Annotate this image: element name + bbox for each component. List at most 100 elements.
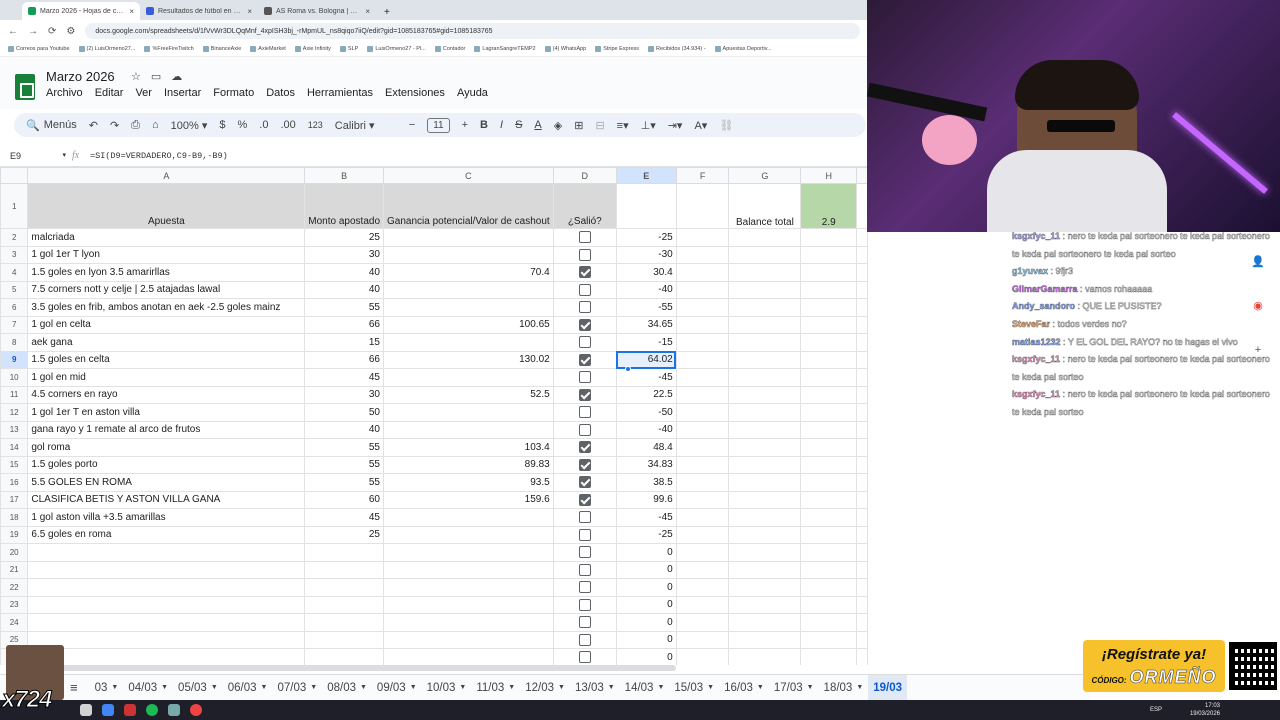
cell-apuesta[interactable]: 5.5 GOLES EN ROMA — [27, 473, 306, 492]
row-header[interactable]: 20 — [0, 543, 29, 562]
cell-monto[interactable] — [304, 630, 384, 649]
header-salio[interactable]: ¿Salió? — [552, 183, 617, 229]
cell-empty[interactable] — [856, 455, 868, 474]
cell-salio[interactable] — [552, 420, 617, 439]
cell-resultado[interactable]: 34.65 — [615, 315, 677, 334]
sheet-tab[interactable]: 14/03 ▼ — [620, 675, 670, 701]
cell-empty[interactable] — [675, 473, 730, 492]
cell-resultado[interactable]: -25 — [615, 228, 677, 247]
chevron-down-icon[interactable]: ▼ — [111, 684, 118, 691]
cell-apuesta[interactable] — [27, 630, 306, 649]
cell-salio[interactable] — [552, 473, 617, 492]
cell-empty[interactable] — [675, 280, 730, 299]
cell-apuesta[interactable]: 1.5 goles en celta — [27, 350, 306, 369]
cell-ganancia[interactable] — [383, 508, 554, 527]
cell-resultado[interactable]: -40 — [615, 420, 677, 439]
cell-empty[interactable] — [728, 438, 802, 457]
cell-empty[interactable] — [800, 280, 858, 299]
bookmark-item[interactable]: BinanceAxie — [202, 46, 241, 52]
spotify-icon[interactable] — [146, 704, 158, 716]
bookmark-item[interactable]: Recibidos (34.934) - — [648, 46, 706, 52]
cell-ganancia[interactable]: 52.5 — [383, 385, 554, 404]
close-icon[interactable]: × — [247, 7, 252, 16]
cell-empty[interactable] — [800, 368, 858, 387]
star-icon[interactable]: ☆ — [131, 70, 141, 83]
cell-salio[interactable] — [552, 385, 617, 404]
zoom-select[interactable]: 100% ▾ — [171, 119, 208, 132]
checkbox[interactable] — [578, 336, 591, 349]
sheet-tab[interactable]: 15/03 ▼ — [669, 675, 719, 701]
cell-ganancia[interactable] — [383, 595, 554, 614]
checkbox[interactable] — [578, 493, 591, 506]
sheet-tab[interactable]: 09/03 ▼ — [372, 675, 422, 701]
cell-monto[interactable] — [304, 543, 384, 562]
checkbox[interactable] — [578, 423, 591, 436]
cell-apuesta[interactable]: CLASIFICA BETIS Y ASTON VILLA GANA — [27, 490, 306, 509]
bookmark-item[interactable]: LagranSangreTEMP2 — [474, 46, 536, 52]
cell-empty[interactable] — [800, 473, 858, 492]
checkbox[interactable] — [578, 458, 591, 471]
reload-icon[interactable]: ⟳ — [48, 26, 56, 37]
redo-icon[interactable]: ↷ — [110, 119, 119, 132]
percent-button[interactable]: % — [237, 119, 247, 131]
cell-ganancia[interactable]: 130.02 — [383, 350, 554, 369]
fill-color-icon[interactable]: ◈ — [554, 119, 562, 132]
increase-decimal-button[interactable]: .00 — [280, 119, 295, 131]
font-size-decrease-icon[interactable]: − — [409, 119, 415, 131]
cell-salio[interactable] — [552, 543, 617, 562]
menu-item[interactable]: Archivo — [46, 87, 83, 99]
decrease-decimal-button[interactable]: .0 — [259, 119, 268, 131]
sheet-tab[interactable]: 18/03 ▼ — [819, 675, 869, 701]
cell-monto[interactable]: 55 — [304, 473, 384, 492]
checkbox[interactable] — [578, 616, 591, 629]
cell-empty[interactable] — [800, 543, 858, 562]
cell-empty[interactable] — [800, 508, 858, 527]
number-format-button[interactable]: 123 — [308, 120, 323, 130]
cell-empty[interactable] — [856, 298, 868, 317]
menu-item[interactable]: Datos — [266, 87, 295, 99]
checkbox[interactable] — [578, 353, 591, 366]
cell-ganancia[interactable] — [383, 298, 554, 317]
cell-salio[interactable] — [552, 280, 617, 299]
cell-ganancia[interactable] — [383, 578, 554, 597]
cell-empty[interactable] — [675, 438, 730, 457]
cell-ganancia[interactable]: 159.6 — [383, 490, 554, 509]
checkbox[interactable] — [578, 318, 591, 331]
cell-monto[interactable]: 66 — [304, 350, 384, 369]
checkbox[interactable] — [578, 563, 591, 576]
spreadsheet-grid[interactable]: A B C D E F G H 1 Apuesta Monto apostado Ganancia p… — [0, 167, 868, 665]
cell-empty[interactable] — [728, 473, 802, 492]
cell-empty[interactable] — [675, 525, 730, 544]
cell-empty[interactable] — [728, 490, 802, 509]
row-header[interactable]: 15 — [0, 455, 29, 474]
menu-item[interactable]: Editar — [95, 87, 124, 99]
cell-apuesta[interactable]: 1 gol 1er T en aston villa — [27, 403, 306, 422]
cell-empty[interactable] — [856, 490, 868, 509]
cell-empty[interactable] — [856, 315, 868, 334]
borders-icon[interactable]: ⊞ — [574, 119, 583, 132]
sheet-tab[interactable]: 11/03 ▼ — [471, 675, 520, 701]
cell-resultado[interactable]: 22.5 — [615, 385, 677, 404]
cell-apuesta[interactable] — [27, 595, 306, 614]
font-select[interactable]: Calibri ▾ — [335, 119, 397, 132]
cell-ganancia[interactable]: 70.4 — [383, 263, 554, 282]
cell-monto[interactable] — [304, 613, 384, 632]
cell-empty[interactable] — [856, 578, 868, 597]
strikethrough-button[interactable]: S — [515, 119, 522, 131]
row-header[interactable]: 21 — [0, 560, 29, 579]
cell-f1[interactable] — [675, 183, 730, 229]
cell-empty[interactable] — [728, 508, 802, 527]
checkbox[interactable] — [578, 546, 591, 559]
cell-salio[interactable] — [552, 245, 617, 264]
cell-resultado[interactable]: 0 — [615, 595, 677, 614]
row-header[interactable]: 7 — [0, 315, 29, 334]
merge-cells-icon[interactable]: ⊟ — [595, 119, 604, 132]
browser-tab[interactable]: AS Roma vs. Bologna | Evali × — [258, 2, 376, 20]
cell-empty[interactable] — [675, 350, 730, 369]
cell-apuesta[interactable]: 3.5 goles en frib, ambos anotan en aek -… — [27, 298, 306, 317]
menu-item[interactable]: Herramientas — [307, 87, 373, 99]
bookmark-item[interactable]: Correos para Youtube — [8, 46, 70, 52]
cell-salio[interactable] — [552, 525, 617, 544]
cell-salio[interactable] — [552, 263, 617, 282]
row-header[interactable]: 24 — [0, 613, 29, 632]
